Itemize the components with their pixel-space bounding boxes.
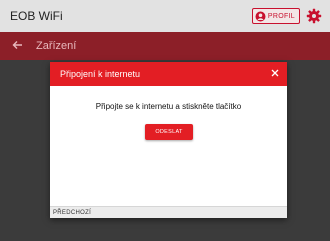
user-icon	[255, 11, 266, 22]
top-actions: PROFIL	[251, 8, 322, 24]
gear-icon[interactable]	[306, 8, 322, 24]
dialog-title: Připojení k internetu	[60, 69, 141, 79]
close-icon[interactable]	[271, 69, 279, 80]
dialog-footer: PŘEDCHOZÍ	[50, 206, 287, 218]
navigation-bar: Zařízení	[0, 32, 330, 60]
page-title: Zařízení	[36, 40, 77, 52]
app-title: EOB WiFi	[10, 9, 63, 23]
arrow-left-icon[interactable]	[12, 39, 26, 53]
profile-label: PROFIL	[267, 12, 295, 20]
internet-connection-dialog: Připojení k internetu Připojte se k inte…	[50, 62, 287, 218]
dialog-message: Připojte se k internetu a stiskněte tlač…	[95, 102, 242, 111]
send-button[interactable]: ODESLAT	[145, 124, 193, 140]
dialog-header: Připojení k internetu	[50, 62, 287, 86]
previous-button[interactable]: PŘEDCHOZÍ	[53, 210, 91, 216]
top-app-bar: EOB WiFi PROFIL	[0, 0, 330, 32]
profile-button[interactable]: PROFIL	[251, 8, 300, 24]
